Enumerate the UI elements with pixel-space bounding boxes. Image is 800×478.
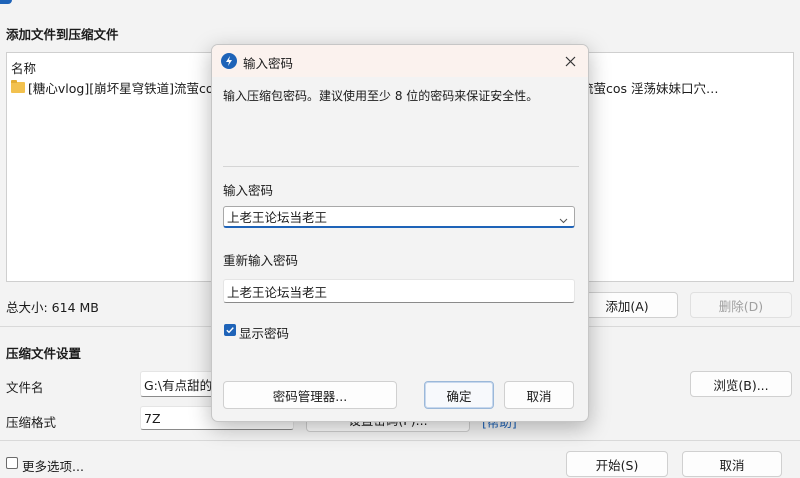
show-password-checkbox[interactable] — [224, 324, 236, 336]
dialog-title: 输入密码 — [243, 56, 294, 71]
password-input[interactable]: 上老王论坛当老王 — [223, 206, 575, 228]
show-password-label[interactable]: 显示密码 — [239, 323, 289, 342]
dialog-title-bar: 输入密码 — [212, 45, 588, 77]
folder-icon — [11, 80, 25, 93]
checkmark-icon — [226, 327, 234, 334]
delete-button[interactable]: 删除(D) — [690, 292, 792, 318]
more-options-checkbox[interactable] — [6, 457, 18, 469]
reenter-label: 重新输入密码 — [223, 253, 299, 268]
divider — [0, 440, 800, 441]
add-button[interactable]: 添加(A) — [576, 292, 678, 318]
password-manager-button[interactable]: 密码管理器... — [223, 381, 397, 409]
format-label: 压缩格式 — [6, 415, 57, 430]
list-item-label-right: 流萤cos 淫荡妹妹口穴… — [581, 81, 719, 96]
list-item[interactable]: [糖心vlog][崩坏星穹铁道]流萤cos — [11, 78, 220, 97]
password-dialog: 输入密码 输入压缩包密码。建议使用至少 8 位的密码来保证安全性。 输入密码 上… — [211, 44, 589, 422]
start-button[interactable]: 开始(S) — [566, 451, 668, 477]
dialog-cancel-button[interactable]: 取消 — [504, 381, 574, 409]
main-cancel-button[interactable]: 取消 — [682, 451, 782, 477]
password-label: 输入密码 — [223, 183, 274, 198]
dialog-description: 输入压缩包密码。建议使用至少 8 位的密码来保证安全性。 — [223, 89, 539, 103]
chevron-down-icon[interactable] — [559, 212, 568, 226]
window-top-edge — [0, 0, 12, 4]
list-item-label: [糖心vlog][崩坏星穹铁道]流萤cos — [28, 81, 220, 96]
more-options-label[interactable]: 更多选项... — [22, 456, 84, 475]
ok-button[interactable]: 确定 — [424, 381, 494, 409]
close-icon[interactable] — [560, 51, 580, 71]
settings-title: 压缩文件设置 — [6, 346, 82, 361]
file-list-header-name[interactable]: 名称 — [11, 58, 36, 77]
add-files-title: 添加文件到压缩文件 — [6, 27, 119, 42]
reenter-input[interactable]: 上老王论坛当老王 — [223, 279, 575, 303]
total-size: 总大小: 614 MB — [6, 300, 99, 315]
app-logo-icon — [221, 53, 237, 69]
browse-button[interactable]: 浏览(B)... — [690, 371, 792, 397]
password-input-value: 上老王论坛当老王 — [227, 210, 328, 225]
dialog-divider — [223, 166, 579, 167]
filename-label: 文件名 — [6, 380, 44, 395]
